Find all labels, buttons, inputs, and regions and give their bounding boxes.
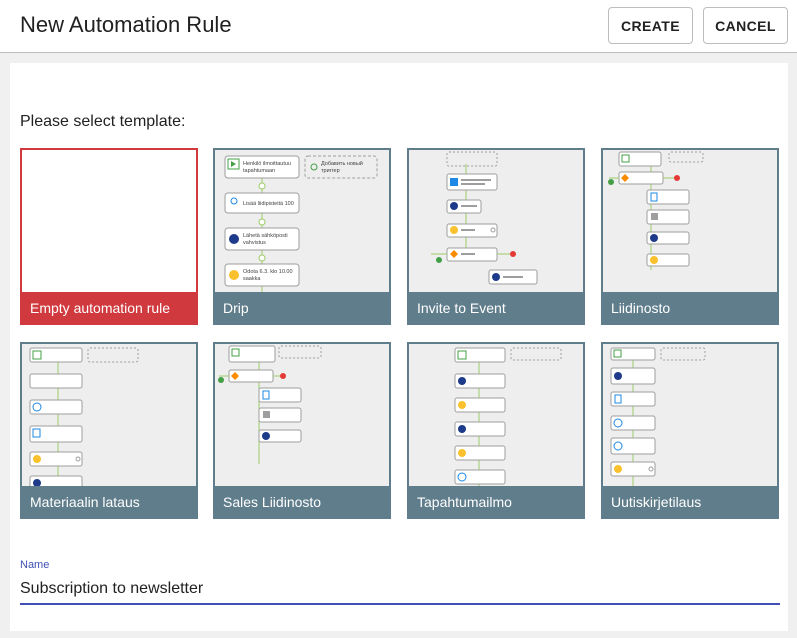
uutiskirjetilaus-flow-preview [610, 347, 706, 486]
liidinosto-flow-preview [608, 151, 704, 270]
svg-text:Odota 6.3. klo 10.00: Odota 6.3. klo 10.00 [243, 269, 293, 275]
name-field-label: Name [20, 559, 50, 571]
svg-text:tapahtumaan: tapahtumaan [243, 168, 275, 174]
template-thumbnail [603, 150, 777, 292]
template-thumbnail [603, 344, 777, 486]
template-thumbnail [409, 150, 583, 292]
svg-text:триггер: триггер [321, 168, 340, 174]
template-card-label: Sales Liidinosto [223, 494, 322, 510]
svg-text:saakka: saakka [243, 276, 261, 282]
template-card-materiaalin-lataus[interactable]: Materiaalin lataus [20, 342, 198, 519]
cancel-button[interactable]: CANCEL [703, 7, 788, 44]
template-card-drip[interactable]: Henkilö ilmoittautuu tapahtumaan Добавит… [213, 148, 391, 325]
svg-text:Henkilö ilmoittautuu: Henkilö ilmoittautuu [243, 161, 291, 167]
invite-flow-preview [431, 151, 538, 285]
template-card-uutiskirjetilaus[interactable]: Uutiskirjetilaus [601, 342, 779, 519]
template-card-sales-liidinosto[interactable]: Sales Liidinosto [213, 342, 391, 519]
template-card-label: Empty automation rule [30, 300, 171, 316]
template-card-invite-to-event[interactable]: Invite to Event [407, 148, 585, 325]
template-prompt: Please select template: [20, 113, 186, 130]
template-card-label: Liidinosto [611, 300, 671, 316]
page-title: New Automation Rule [20, 12, 232, 37]
template-card-label: Uutiskirjetilaus [611, 494, 702, 510]
name-input[interactable] [20, 575, 780, 605]
template-card-label: Tapahtumailmo [417, 494, 512, 510]
materiaalin-flow-preview [29, 347, 139, 486]
template-card-label: Drip [223, 300, 249, 316]
template-thumbnail: Henkilö ilmoittautuu tapahtumaan Добавит… [215, 150, 389, 292]
template-thumbnail [22, 344, 196, 486]
svg-text:vahvistus: vahvistus [243, 240, 266, 246]
svg-text:Lähetä sähköposti: Lähetä sähköposti [243, 233, 288, 239]
template-card-tapahtumailmo[interactable]: Tapahtumailmo [407, 342, 585, 519]
create-button[interactable]: CREATE [608, 7, 693, 44]
drip-flow-preview: Henkilö ilmoittautuu tapahtumaan Добавит… [224, 155, 378, 292]
tapahtumailmo-flow-preview [454, 347, 562, 486]
template-thumbnail [215, 344, 389, 486]
svg-text:Lisää liidipisteitä 100: Lisää liidipisteitä 100 [243, 201, 294, 207]
template-card-label: Materiaalin lataus [30, 494, 140, 510]
template-panel: Please select template: Empty automation… [10, 63, 788, 631]
template-thumbnail [409, 344, 583, 486]
sales-liidinosto-flow-preview [218, 345, 322, 464]
template-thumbnail [22, 150, 196, 292]
name-field: Name [20, 559, 780, 607]
template-card-empty[interactable]: Empty automation rule [20, 148, 198, 325]
svg-text:Добавить новый: Добавить новый [321, 160, 363, 167]
header-bar: New Automation Rule CREATE CANCEL [0, 0, 797, 53]
template-card-label: Invite to Event [417, 300, 506, 316]
template-card-liidinosto[interactable]: Liidinosto [601, 148, 779, 325]
